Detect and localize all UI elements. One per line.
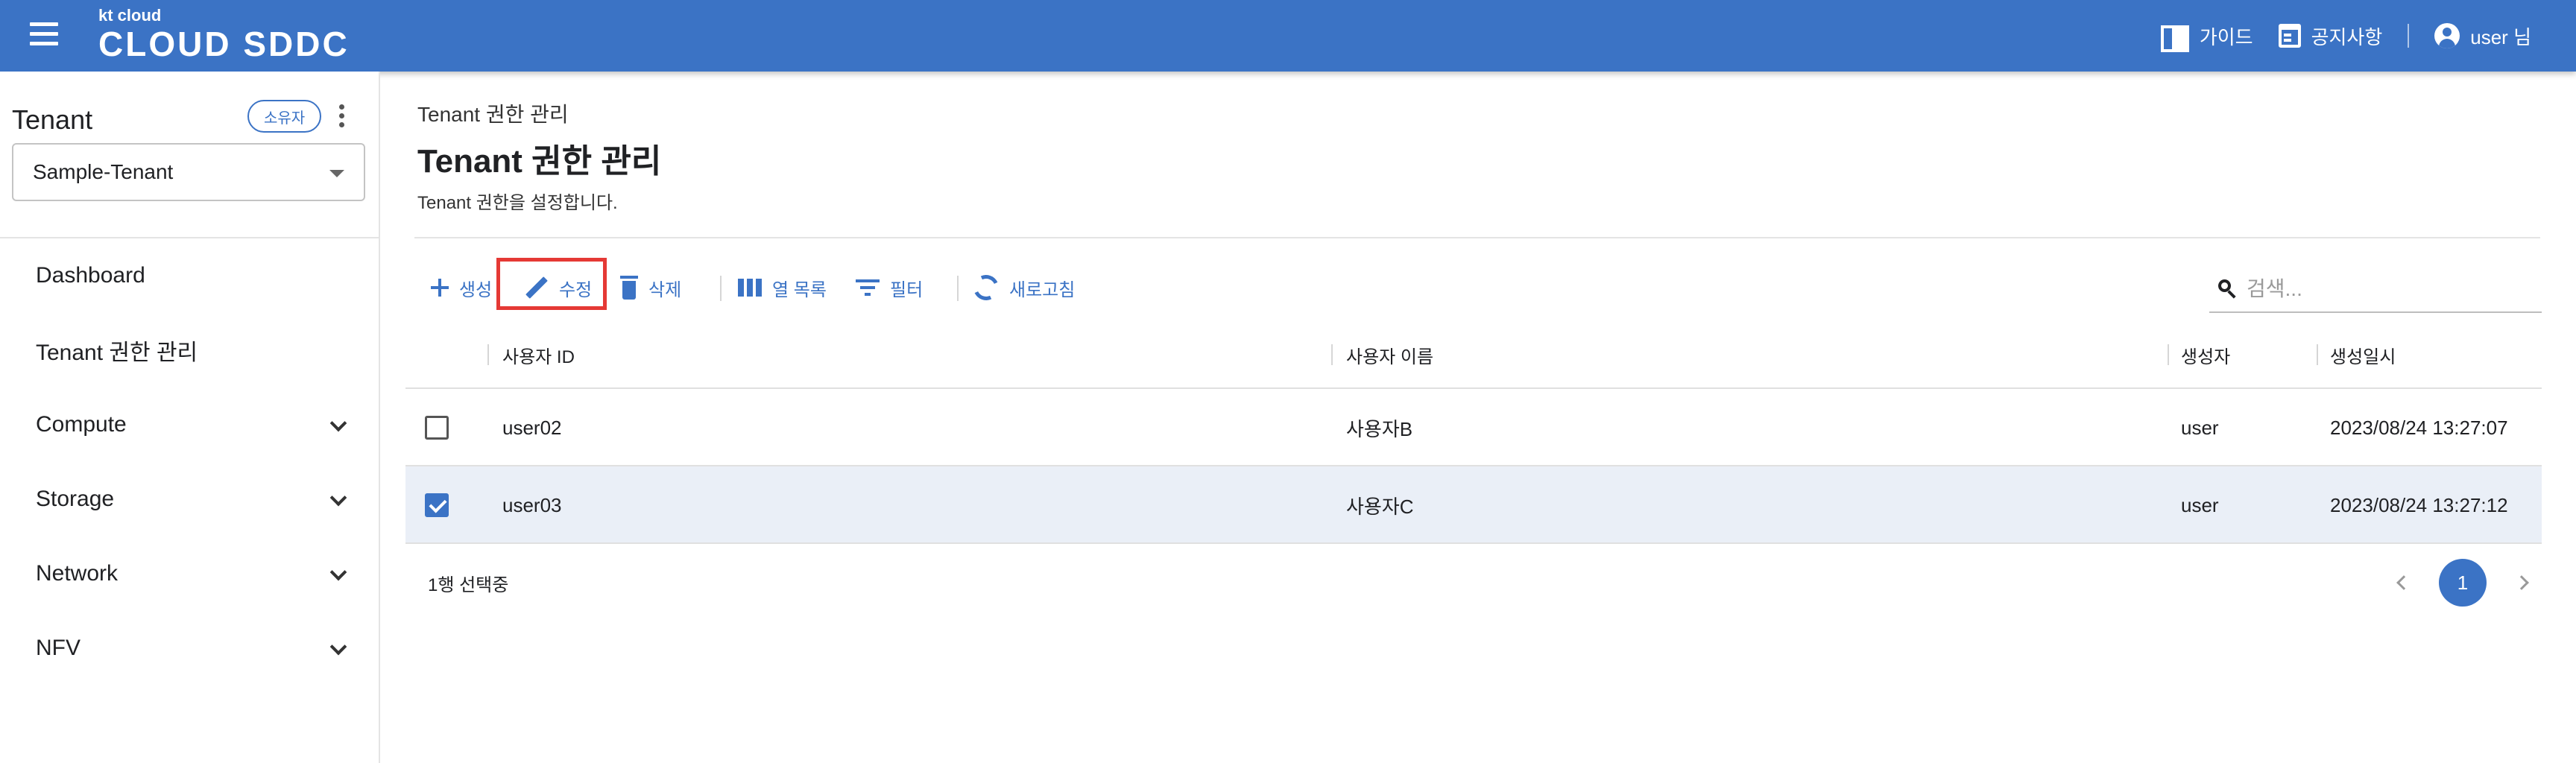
header-actions: 가이드 공지사항 user 님 — [2135, 0, 2531, 72]
chevron-right-icon[interactable] — [2514, 575, 2529, 590]
column-header-creator[interactable]: 생성자 — [2181, 320, 2230, 389]
user-label: user 님 — [2470, 25, 2531, 48]
owner-badge: 소유자 — [247, 100, 322, 133]
sidebar: Tenant 소유자 Sample-Tenant Dashboard Tenan… — [0, 72, 380, 763]
column-separator[interactable] — [487, 344, 489, 365]
more-vert-icon[interactable] — [334, 104, 349, 131]
filter-button[interactable]: 필터 — [856, 258, 923, 317]
sidebar-divider — [0, 237, 379, 238]
cell-created-at: 2023/08/24 13:27:07 — [2330, 416, 2508, 439]
edit-button[interactable]: 수정 — [523, 258, 592, 317]
pagination: 1 — [2396, 559, 2529, 607]
row-checkbox[interactable] — [425, 416, 449, 440]
top-app-bar: kt cloud CLOUD SDDC 가이드 공지사항 user 님 — [0, 0, 2576, 72]
menu-icon[interactable] — [30, 22, 63, 49]
table-row[interactable]: user02 사용자B user 2023/08/24 13:27:07 — [405, 389, 2542, 466]
column-separator[interactable] — [1331, 344, 1333, 365]
row-checkbox-checked[interactable] — [425, 493, 449, 517]
chevron-down-icon — [329, 489, 347, 507]
search-input[interactable] — [2247, 277, 2530, 301]
refresh-icon — [970, 271, 1003, 304]
create-label: 생성 — [459, 279, 493, 300]
delete-label: 삭제 — [648, 279, 682, 300]
cell-created-at: 2023/08/24 13:27:12 — [2330, 493, 2508, 516]
toolbar-divider — [720, 276, 722, 301]
sidebar-item-label: Storage — [36, 487, 115, 511]
column-separator[interactable] — [2168, 344, 2169, 365]
sidebar-item-tenant-permissions[interactable]: Tenant 권한 관리 — [36, 328, 349, 373]
logo-cloud-sddc: CLOUD SDDC — [98, 25, 350, 63]
sidebar-item-compute[interactable]: Compute — [36, 402, 349, 447]
columns-label: 열 목록 — [772, 279, 827, 300]
sidebar-item-label: Network — [36, 561, 119, 586]
main-content: Tenant 권한 관리 Tenant 권한 관리 Tenant 권한을 설정합… — [382, 72, 2576, 763]
sidebar-item-storage[interactable]: Storage — [36, 477, 349, 522]
column-header-user-name[interactable]: 사용자 이름 — [1346, 320, 1433, 389]
logo[interactable]: kt cloud CLOUD SDDC — [98, 6, 350, 63]
page-title: Tenant 권한 관리 — [417, 143, 662, 180]
create-button[interactable]: 생성 — [431, 258, 492, 317]
calendar-icon — [2278, 24, 2301, 48]
table-header: 사용자 ID 사용자 이름 생성자 생성일시 — [405, 320, 2542, 389]
sidebar-item-label: Compute — [36, 412, 127, 437]
sidebar-item-nfv[interactable]: NFV — [36, 626, 349, 671]
notice-label: 공지사항 — [2311, 25, 2383, 48]
selection-count: 1행 선택중 — [428, 574, 509, 595]
refresh-label: 새로고침 — [1009, 279, 1076, 300]
account-circle-icon — [2434, 23, 2460, 48]
add-icon — [431, 279, 449, 297]
columns-button[interactable]: 열 목록 — [738, 258, 827, 317]
content-divider — [414, 237, 2540, 238]
tenant-select-value: Sample-Tenant — [33, 160, 174, 183]
edit-label: 수정 — [559, 279, 593, 300]
table-row-selected[interactable]: user03 사용자C user 2023/08/24 13:27:12 — [405, 466, 2542, 544]
cell-creator: user — [2181, 493, 2219, 516]
tenant-select[interactable]: Sample-Tenant — [12, 143, 365, 201]
column-separator[interactable] — [2317, 344, 2318, 365]
book-icon — [2160, 25, 2189, 52]
logo-kt-cloud: kt cloud — [98, 6, 162, 25]
dropdown-arrow-icon — [329, 170, 344, 177]
guide-link[interactable]: 가이드 — [2160, 22, 2253, 52]
sidebar-item-network[interactable]: Network — [36, 551, 349, 596]
cell-user-name: 사용자C — [1346, 495, 1414, 518]
table-footer: 1행 선택중 1 — [405, 544, 2542, 621]
column-header-created-at[interactable]: 생성일시 — [2330, 320, 2396, 389]
chevron-down-icon — [329, 638, 347, 656]
page-button-current[interactable]: 1 — [2439, 559, 2487, 607]
sidebar-item-label: NFV — [36, 636, 80, 660]
filter-label: 필터 — [890, 279, 924, 300]
table-toolbar: 생성 수정 삭제 열 목록 필터 새로고침 — [419, 258, 1313, 317]
chevron-down-icon — [329, 414, 347, 432]
delete-button[interactable]: 삭제 — [620, 258, 681, 317]
guide-label: 가이드 — [2199, 25, 2253, 48]
trash-icon — [620, 276, 638, 300]
edit-pencil-icon — [523, 275, 549, 300]
chevron-left-icon[interactable] — [2396, 575, 2411, 590]
chevron-down-icon — [329, 563, 347, 581]
cell-user-name: 사용자B — [1346, 417, 1413, 440]
notice-link[interactable]: 공지사항 — [2278, 22, 2383, 50]
cell-user-id: user02 — [502, 416, 562, 439]
refresh-button[interactable]: 새로고침 — [970, 258, 1076, 317]
sidebar-title: Tenant — [12, 104, 93, 135]
search-field[interactable] — [2209, 267, 2542, 313]
page-description: Tenant 권한을 설정합니다. — [417, 193, 618, 213]
sidebar-item-label: Tenant 권한 관리 — [36, 341, 198, 365]
sidebar-item-dashboard[interactable]: Dashboard — [36, 253, 349, 298]
column-header-user-id[interactable]: 사용자 ID — [502, 320, 575, 389]
breadcrumb: Tenant 권한 관리 — [417, 103, 569, 126]
view-column-icon — [738, 279, 762, 297]
cell-user-id: user03 — [502, 493, 562, 516]
user-menu[interactable]: user 님 — [2434, 22, 2531, 50]
permissions-table: 사용자 ID 사용자 이름 생성자 생성일시 user02 사용자B user … — [405, 320, 2542, 621]
toolbar-divider — [957, 276, 959, 301]
header-divider — [2408, 24, 2410, 48]
cell-creator: user — [2181, 416, 2219, 439]
filter-icon — [856, 278, 880, 297]
sidebar-item-label: Dashboard — [36, 263, 145, 288]
search-icon — [2218, 279, 2238, 299]
